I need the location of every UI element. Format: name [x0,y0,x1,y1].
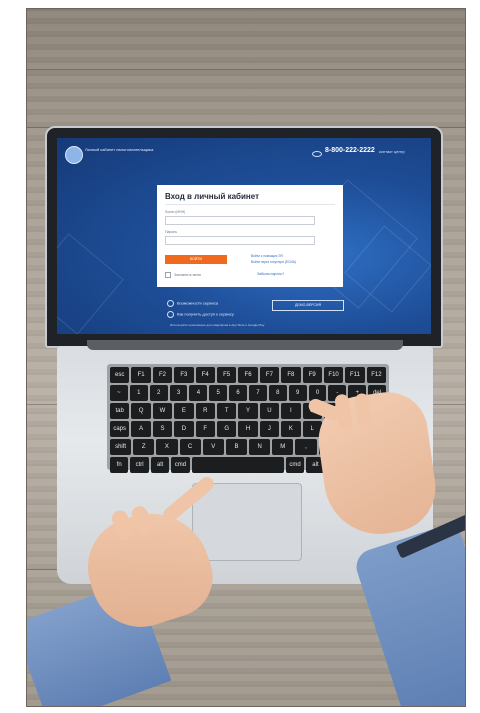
keyboard-key[interactable]: F [195,421,215,437]
keyboard-key[interactable]: F6 [238,367,258,383]
laptop-hinge [87,340,403,350]
divider [165,204,335,205]
keyboard-key[interactable]: F9 [302,367,322,383]
keyboard-key[interactable]: A [131,421,151,437]
keyboard-key[interactable]: K [281,421,301,437]
keyboard-row: esc F1 F2 F3 F4 F5 F6 F7 F8 F9 F10 F11 F12 [110,367,387,383]
phone-number: 8-800-222-2222 [325,147,375,154]
keyboard-key[interactable]: F3 [174,367,194,383]
keyboard-key[interactable]: esc [110,367,130,383]
laptop-screen: Личный кабинет налогоплательщика 8-800-2… [57,138,431,334]
keyboard-key[interactable]: F11 [345,367,365,383]
login-label: Логин (ИНН) [165,210,186,214]
eye-icon[interactable] [312,151,322,157]
contact-center-link[interactable]: контакт центр [379,149,405,154]
keyboard-key[interactable] [191,457,284,473]
keyboard-key[interactable]: 6 [229,385,248,401]
keyboard-key[interactable]: 4 [189,385,208,401]
keyboard-key[interactable]: caps [110,421,130,437]
keyboard-key[interactable]: C [179,439,201,455]
remember-me[interactable]: Запомнить меня [165,272,201,278]
login-button[interactable]: ВОЙТИ [165,255,227,264]
keyboard-key[interactable]: tab [110,403,130,419]
finger [334,393,353,429]
keyboard-key[interactable]: R [195,403,215,419]
keyboard-key[interactable]: H [238,421,258,437]
keyboard-key[interactable]: X [156,439,178,455]
keyboard-key[interactable]: M [272,439,294,455]
laptop-photo: Личный кабинет налогоплательщика 8-800-2… [26,8,466,707]
keyboard-key[interactable]: W [152,403,173,419]
keyboard-key[interactable]: cmd [285,457,305,473]
keyboard-key[interactable]: F7 [259,367,280,383]
keyboard-key[interactable]: S [152,421,173,437]
keyboard-key[interactable]: D [174,421,194,437]
keyboard-key[interactable]: F4 [195,367,215,383]
keyboard-key[interactable]: U [259,403,280,419]
keyboard-key[interactable]: Y [238,403,258,419]
key-icon [167,311,174,318]
demo-version-button[interactable]: ДЕМО-ВЕРСИЯ [272,300,344,311]
signature-login-link[interactable]: Войти с помощью ЭП [251,254,283,258]
service-features-label: Возможности сервиса [177,300,218,306]
password-label: Пароль [165,230,178,234]
wood-plank-line [27,69,465,70]
login-card: Вход в личный кабинет Логин (ИНН) Пароль… [157,185,343,287]
keyboard-key[interactable]: F8 [281,367,301,383]
password-input[interactable] [165,236,315,245]
keyboard-key[interactable]: 9 [288,385,307,401]
get-access-link[interactable]: Как получить доступ к сервису [167,311,234,318]
keyboard-key[interactable]: F2 [152,367,173,383]
keyboard-key[interactable]: 2 [149,385,168,401]
keyboard-key[interactable]: E [174,403,194,419]
trackpad[interactable] [192,483,302,561]
remember-label: Запомнить меня [174,272,201,277]
keyboard-key[interactable]: G [216,421,237,437]
laptop-lid: Личный кабинет налогоплательщика 8-800-2… [45,126,443,348]
keyboard-key[interactable]: 5 [209,385,228,401]
service-features-link[interactable]: Возможности сервиса [167,300,218,307]
keyboard-key[interactable]: fn [110,457,129,473]
keyboard-key[interactable]: ~ [110,385,128,401]
info-icon [167,300,174,307]
keyboard-key[interactable]: Z [133,439,155,455]
gosuslugi-login-link[interactable]: Войти через госуслуги (ЕСИА) [251,260,296,264]
keyboard-key[interactable]: 3 [169,385,188,401]
finger [354,392,373,429]
keyboard-key[interactable]: I [281,403,301,419]
login-input[interactable] [165,216,315,225]
keyboard-key[interactable]: cmd [171,457,190,473]
keyboard-key[interactable]: F5 [216,367,237,383]
background-decor [57,233,124,334]
get-access-label: Как получить доступ к сервису [177,311,234,317]
keyboard-key[interactable]: J [259,421,280,437]
keyboard-key[interactable]: 7 [249,385,267,401]
keyboard-key[interactable]: T [216,403,237,419]
keyboard-key[interactable]: F10 [323,367,344,383]
keyboard-key[interactable]: 8 [268,385,287,401]
keyboard-key[interactable]: F12 [366,367,387,383]
keyboard-key[interactable]: B [225,439,248,455]
keyboard-key[interactable]: shift [110,439,132,455]
site-header-title: Личный кабинет налогоплательщика [85,147,154,152]
keyboard-key[interactable]: V [202,439,224,455]
app-footnote: Используйте приложение для смартфона в A… [170,323,265,327]
login-heading: Вход в личный кабинет [165,192,259,201]
keyboard-key[interactable]: 1 [129,385,148,401]
keyboard-key[interactable]: alt [150,457,170,473]
keyboard-key[interactable]: , [295,439,317,455]
remember-checkbox[interactable] [165,272,171,278]
fns-emblem-icon[interactable] [65,146,83,164]
keyboard-key[interactable]: Q [131,403,151,419]
keyboard-key[interactable]: ctrl [130,457,149,473]
keyboard-key[interactable]: N [249,439,271,455]
forgot-password-link[interactable]: Забыли пароль? [257,272,284,276]
keyboard-key[interactable]: F1 [131,367,151,383]
